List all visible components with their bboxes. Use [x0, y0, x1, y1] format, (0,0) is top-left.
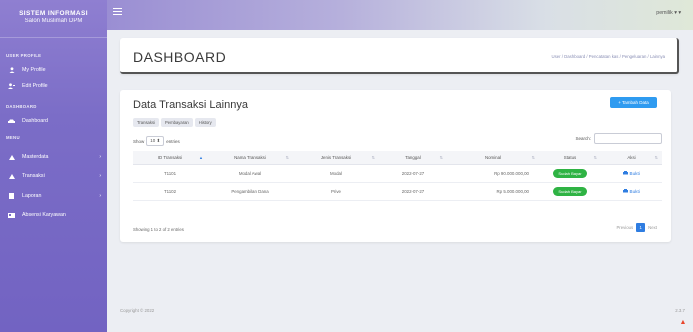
table-row: T1101 Modal Awal Modal 2022-07-27 Rp 90.… [133, 164, 662, 183]
triangle-icon [8, 154, 15, 160]
topbar: pemilik ▾ ▾ [107, 0, 693, 30]
card-title: Data Transaksi Lainnya [133, 99, 248, 111]
user-menu[interactable]: pemilik ▾ ▾ [656, 10, 681, 16]
print-icon [623, 170, 629, 174]
transactions-table: ID Transaksi ▲ Nama Transaksi ⇅ Jenis Tran… [133, 151, 662, 201]
brand[interactable]: SISTEM INFORMASI Salon Muslimah DPM [0, 0, 107, 38]
sidebar-item-my-profile[interactable]: My Profile [0, 64, 107, 76]
chevron-right-icon: › [99, 154, 101, 160]
tab-transaksi[interactable]: Transaksi [133, 118, 159, 127]
sidebar: SISTEM INFORMASI Salon Muslimah DPM USER… [0, 0, 107, 332]
sidebar-item-label: Laporan [22, 193, 42, 199]
car-icon [8, 118, 15, 124]
section-menu: MENU [6, 135, 20, 140]
sidebar-item-masterdata[interactable]: Masterdata › [0, 151, 107, 163]
cell-aksi: Bukti [601, 182, 662, 201]
page-1-button[interactable]: 1 [636, 223, 646, 232]
tab-pembayaran[interactable]: Pembayaran [161, 118, 193, 127]
cell-jenis: Prive [293, 182, 379, 201]
scroll-top-icon[interactable]: ▲ [679, 319, 687, 327]
tabs: Transaksi Pembayaran History [133, 118, 216, 127]
pagination: Previous 1 Next [616, 223, 657, 232]
column-header-nama[interactable]: Nama Transaksi ⇅ [207, 151, 293, 165]
brand-subtitle: Salon Muslimah DPM [24, 18, 83, 24]
id-card-icon [8, 212, 15, 218]
cell-id: T1101 [133, 164, 207, 183]
table-header-row: ID Transaksi ▲ Nama Transaksi ⇅ Jenis Tran… [133, 151, 662, 165]
entries-length: Show 10 ⬍ entries [133, 136, 180, 146]
show-label: Show [133, 138, 145, 144]
entries-label: entries [166, 138, 180, 144]
cell-id: T1102 [133, 182, 207, 201]
sidebar-item-edit-profile[interactable]: Edit Profile [0, 80, 107, 92]
sort-icon: ⇅ [439, 154, 443, 160]
cell-tanggal: 2022-07-27 [379, 182, 447, 201]
cell-jenis: Modal [293, 164, 379, 183]
table-info: Showing 1 to 2 of 2 entries [133, 227, 184, 232]
column-header-aksi[interactable]: Aksi ⇅ [601, 151, 662, 165]
chevron-right-icon: › [99, 193, 101, 199]
column-header-tanggal[interactable]: Tanggal ⇅ [379, 151, 447, 165]
column-header-jenis[interactable]: Jenis Transaksi ⇅ [293, 151, 379, 165]
brand-title: SISTEM INFORMASI [19, 10, 88, 17]
sort-asc-icon: ▲ [199, 154, 203, 160]
cell-status: Sudah Bayar [539, 182, 601, 201]
cell-aksi: Bukti [601, 164, 662, 183]
cell-tanggal: 2022-07-27 [379, 164, 447, 183]
bukti-button[interactable]: Bukti [623, 170, 640, 176]
sort-icon: ⇅ [371, 154, 375, 160]
sidebar-item-label: Absensi Karyawan [22, 212, 66, 218]
sort-icon: ⇅ [593, 154, 597, 160]
column-header-id[interactable]: ID Transaksi ▲ [133, 151, 207, 165]
next-button[interactable]: Next [648, 225, 657, 230]
cell-status: Sudah Bayar [539, 164, 601, 183]
section-dashboard: DASHBOARD [6, 104, 37, 109]
sidebar-item-absensi-karyawan[interactable]: Absensi Karyawan [0, 209, 107, 221]
add-data-button[interactable]: + Tambah Data [610, 97, 657, 108]
page-title: DASHBOARD [133, 49, 227, 65]
sidebar-item-label: Edit Profile [22, 83, 48, 89]
sidebar-item-label: My Profile [22, 67, 46, 73]
sidebar-item-dashboard[interactable]: Dashboard [0, 115, 107, 127]
column-header-nominal[interactable]: Nominal ⇅ [447, 151, 539, 165]
sort-icon: ⇅ [285, 154, 289, 160]
sidebar-item-transaksi[interactable]: Transaksi › [0, 170, 107, 182]
cell-nama: Pengambilan Dana [207, 182, 293, 201]
breadcrumb[interactable]: User / Dashboard / Pencatatan kas / Peng… [552, 54, 665, 59]
cell-nama: Modal Awal [207, 164, 293, 183]
menu-toggle-icon[interactable] [113, 8, 122, 15]
search-input[interactable] [594, 133, 662, 144]
sidebar-item-laporan[interactable]: Laporan › [0, 190, 107, 202]
user-icon [8, 67, 15, 73]
sidebar-item-label: Dashboard [22, 118, 48, 124]
sidebar-item-label: Masterdata [22, 154, 49, 160]
previous-button[interactable]: Previous [616, 225, 633, 230]
entries-select[interactable]: 10 ⬍ [146, 136, 165, 146]
print-icon [623, 188, 629, 192]
tab-history[interactable]: History [194, 118, 216, 127]
sort-icon: ⇅ [531, 154, 535, 160]
user-edit-icon [8, 83, 15, 89]
section-user-profile: USER PROFILE [6, 53, 42, 58]
status-badge: Sudah Bayar [553, 186, 587, 196]
cell-nominal: Rp 90.000.000,00 [447, 164, 539, 183]
footer-copyright: Copyright © 2022 [120, 308, 155, 313]
search-label: Search: [575, 136, 591, 141]
table-row: T1102 Pengambilan Dana Prive 2022-07-27 … [133, 182, 662, 201]
chevron-right-icon: › [99, 173, 101, 179]
column-header-status[interactable]: Status ⇅ [539, 151, 601, 165]
page-header: DASHBOARD User / Dashboard / Pencatatan … [120, 38, 679, 74]
footer-version: 2.3.7 [675, 308, 685, 313]
triangle-icon [8, 173, 15, 179]
transactions-card: Data Transaksi Lainnya + Tambah Data Tra… [120, 90, 671, 242]
sidebar-item-label: Transaksi [22, 173, 45, 179]
table-search: Search: [575, 133, 662, 144]
bukti-button[interactable]: Bukti [623, 188, 640, 194]
status-badge: Sudah Bayar [553, 168, 587, 178]
sort-icon: ⇅ [654, 154, 658, 160]
cell-nominal: Rp 5.000.000,00 [447, 182, 539, 201]
file-icon [8, 193, 15, 199]
